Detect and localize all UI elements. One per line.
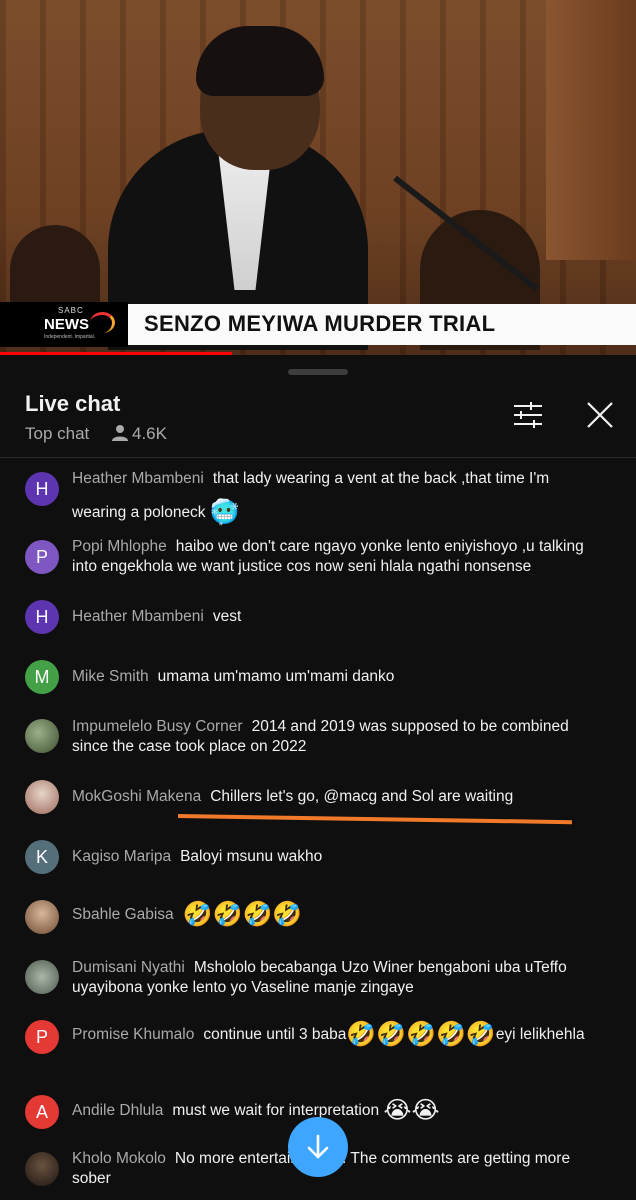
cold-face-emoji: 🥶 (209, 499, 240, 526)
message-text: umama um'mamo um'mami danko (157, 668, 395, 685)
wood-panel (546, 0, 636, 260)
message-text: must we wait for interpretation (172, 1102, 380, 1119)
author-name[interactable]: Heather Mbambeni (72, 470, 204, 487)
message-body: Sbahle Gabisa 🤣🤣🤣🤣 (72, 898, 592, 932)
close-button[interactable] (578, 393, 622, 437)
avatar[interactable]: A (25, 1095, 59, 1129)
chat-mode-selector[interactable]: Top chat (25, 424, 89, 444)
author-name[interactable]: Dumisani Nyathi (72, 959, 185, 976)
sliders-icon (514, 402, 542, 428)
message-text: continue until 3 baba (203, 1026, 347, 1043)
author-name[interactable]: MokGoshi Makena (72, 788, 201, 805)
message-body: Impumelelo Busy Corner 2014 and 2019 was … (72, 717, 592, 757)
rofl-emoji: 🤣🤣🤣🤣 (182, 901, 303, 928)
sabc-news-logo: SABC NEWS Independent. Impartial. (0, 302, 128, 347)
message-text: Baloyi msunu wakho (180, 848, 323, 865)
author-name[interactable]: Popi Mhlophe (72, 538, 167, 555)
author-name[interactable]: Heather Mbambeni (72, 608, 204, 625)
avatar[interactable]: H (25, 472, 59, 506)
author-name[interactable]: Promise Khumalo (72, 1026, 194, 1043)
message-text: Chillers let's go, @macg and Sol are wai… (210, 788, 514, 805)
avatar[interactable]: P (25, 540, 59, 574)
news-headline: SENZO MEYIWA MURDER TRIAL (144, 311, 496, 336)
message-body: Mike Smith umama um'mamo um'mami danko (72, 667, 592, 687)
author-name[interactable]: Andile Dhlula (72, 1102, 163, 1119)
message-body: Promise Khumalo continue until 3 baba🤣🤣🤣🤣… (72, 1022, 592, 1048)
avatar-photo[interactable] (25, 1152, 59, 1186)
arrow-down-icon (307, 1134, 329, 1159)
author-name[interactable]: Sbahle Gabisa (72, 906, 174, 923)
message-body: Popi Mhlophe haibo we don't care ngayo yo… (72, 537, 592, 577)
message-body: Kagiso Maripa Baloyi msunu wakho (72, 847, 592, 867)
message-text-after: eyi lelikhehla (495, 1026, 585, 1043)
message-body: Heather Mbambeni vest (72, 607, 592, 627)
message-body: MokGoshi Makena Chillers let's go, @macg … (72, 787, 592, 807)
avatar-photo[interactable] (25, 719, 59, 753)
logo-sabc-text: SABC (58, 306, 84, 315)
avatar-photo[interactable] (25, 780, 59, 814)
filter-button[interactable] (506, 393, 550, 437)
drag-handle[interactable] (288, 369, 348, 375)
video-player[interactable]: SABC NEWS Independent. Impartial. SENZO … (0, 0, 636, 355)
news-lower-third: SABC NEWS Independent. Impartial. SENZO … (0, 302, 636, 347)
author-name[interactable]: Kagiso Maripa (72, 848, 171, 865)
author-name[interactable]: Mike Smith (72, 668, 149, 685)
logo-news-text: NEWS (44, 316, 89, 333)
author-name[interactable]: Kholo Mokolo (72, 1150, 166, 1167)
logo-arc-icon (90, 312, 115, 333)
message-body: Heather Mbambeni that lady wearing a vent… (72, 462, 592, 530)
avatar[interactable]: K (25, 840, 59, 874)
scroll-to-bottom-button[interactable] (288, 1117, 348, 1177)
rofl-emoji: 🤣🤣🤣🤣🤣 (346, 1021, 496, 1048)
person-icon (112, 425, 128, 441)
message-text: vest (212, 608, 242, 625)
avatar[interactable]: M (25, 660, 59, 694)
message-body: Dumisani Nyathi Msholo​lo becabanga Uzo W… (72, 958, 592, 998)
chat-title: Live chat (25, 391, 121, 416)
header-divider (0, 457, 636, 458)
viewer-count: 4.6K (132, 424, 167, 443)
logo-tagline: Independent. Impartial. (44, 334, 96, 340)
headline-box: SENZO MEYIWA MURDER TRIAL (128, 304, 636, 345)
close-icon (587, 402, 613, 428)
avatar[interactable]: P (25, 1020, 59, 1054)
avatar-photo[interactable] (25, 960, 59, 994)
crying-emoji: 😭😭 (383, 1097, 440, 1124)
author-name[interactable]: Impumelelo Busy Corner (72, 718, 243, 735)
avatar[interactable]: H (25, 600, 59, 634)
avatar-photo[interactable] (25, 900, 59, 934)
